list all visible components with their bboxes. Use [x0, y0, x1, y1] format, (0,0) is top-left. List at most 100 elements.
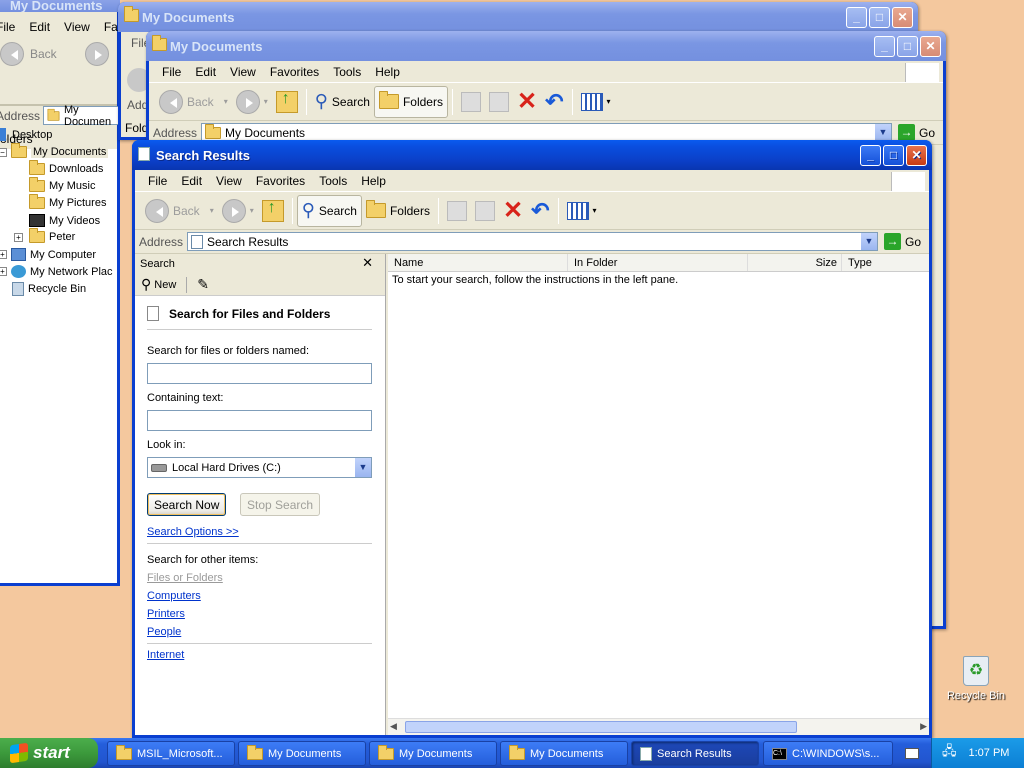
tray-keyboard[interactable] — [897, 738, 927, 768]
minimize-button[interactable]: _ — [874, 36, 895, 57]
move-to-button[interactable] — [457, 86, 485, 118]
address-field[interactable]: Search Results ▼ — [187, 232, 878, 251]
printers-link[interactable]: Printers — [147, 608, 185, 620]
minimize-button[interactable]: _ — [846, 7, 867, 28]
containing-text-input[interactable] — [147, 410, 372, 431]
back-button[interactable]: Back ▾ — [155, 86, 232, 118]
forward-button[interactable]: ▾ — [218, 195, 258, 227]
bg-window-2-titlebar[interactable]: My Documents _ □ ✕ — [118, 2, 918, 32]
maximize-button[interactable]: □ — [869, 7, 890, 28]
menu-file[interactable]: File — [141, 174, 174, 188]
close-button[interactable]: ✕ — [892, 7, 913, 28]
up-button[interactable]: ↑ — [272, 86, 302, 118]
tree-item-downloads[interactable]: Downloads — [29, 160, 103, 175]
my-documents-titlebar[interactable]: My Documents _ □ ✕ — [146, 31, 946, 61]
people-link[interactable]: People — [147, 626, 181, 638]
tree-item-recycle-bin[interactable]: Recycle Bin — [12, 282, 86, 296]
filename-input[interactable] — [147, 363, 372, 384]
search-now-button[interactable]: Search Now — [147, 493, 227, 516]
column-type[interactable]: Type — [842, 254, 929, 271]
menu-view[interactable]: View — [64, 20, 90, 34]
undo-button[interactable]: ↶ — [541, 86, 567, 118]
close-button[interactable]: ✕ — [920, 36, 941, 57]
taskbar-item-mydocs-1[interactable]: My Documents — [238, 741, 366, 766]
taskbar-item-search-results[interactable]: Search Results — [631, 741, 759, 766]
menu-file[interactable]: File — [155, 65, 188, 79]
menu-view[interactable]: View — [223, 65, 263, 79]
chevron-down-icon[interactable]: ▼ — [354, 458, 371, 477]
scroll-right-icon[interactable]: ▶ — [920, 721, 927, 732]
collapse-icon[interactable]: − — [0, 147, 7, 157]
menu-tools[interactable]: Tools — [312, 174, 354, 188]
expand-icon[interactable]: + — [14, 232, 23, 242]
copy-to-button[interactable] — [471, 195, 499, 227]
menu-tools[interactable]: Tools — [326, 65, 368, 79]
internet-link[interactable]: Internet — [147, 649, 184, 661]
chevron-down-icon[interactable]: ▼ — [859, 233, 877, 250]
column-in-folder[interactable]: In Folder — [568, 254, 748, 271]
copy-to-button[interactable] — [485, 86, 513, 118]
menu-edit[interactable]: Edit — [174, 174, 209, 188]
start-button[interactable]: start — [0, 738, 98, 768]
go-button[interactable]: → Go — [892, 124, 943, 141]
expand-icon[interactable]: + — [0, 267, 7, 276]
column-size[interactable]: Size — [748, 254, 842, 271]
menu-favorites[interactable]: Favorites — [249, 174, 312, 188]
taskbar-item-mydocs-3[interactable]: My Documents — [500, 741, 628, 766]
chevron-down-icon[interactable]: ▼ — [873, 124, 891, 141]
lookin-select[interactable]: Local Hard Drives (C:) ▼ — [147, 457, 372, 478]
delete-button[interactable]: ✕ — [513, 86, 541, 118]
column-name[interactable]: Name — [388, 254, 568, 271]
menu-favorites[interactable]: Favorites — [263, 65, 326, 79]
menu-help[interactable]: Help — [354, 174, 393, 188]
forward-arrow-icon[interactable] — [84, 42, 109, 66]
search-results-window[interactable]: Search Results _ □ ✕ File Edit View Favori… — [132, 140, 932, 738]
tree-item-my-pictures[interactable]: My Pictures — [29, 194, 106, 209]
search-button[interactable]: ⚲ Search — [296, 194, 362, 227]
menu-view[interactable]: View — [209, 174, 249, 188]
search-results-titlebar[interactable]: Search Results _ □ ✕ — [132, 140, 932, 170]
horizontal-scrollbar[interactable]: ◀ ▶ — [388, 718, 929, 735]
menu-file[interactable]: File — [0, 20, 15, 34]
tree-item-my-computer[interactable]: + My Computer — [0, 248, 96, 261]
maximize-button[interactable]: □ — [897, 36, 918, 57]
undo-button[interactable]: ↶ — [527, 195, 553, 227]
bg-window-1-title[interactable]: My Documents — [0, 0, 120, 13]
menu-edit[interactable]: Edit — [188, 65, 223, 79]
close-pane-icon[interactable]: ✕ — [362, 255, 373, 271]
clock[interactable]: 1:07 PM — [969, 747, 1010, 759]
forward-button[interactable]: ▾ — [232, 86, 272, 118]
tree-item-network[interactable]: + My Network Plac — [0, 265, 113, 278]
go-button[interactable]: → Go — [878, 233, 929, 250]
folders-button[interactable]: Folders — [362, 195, 434, 227]
move-to-button[interactable] — [443, 195, 471, 227]
delete-button[interactable]: ✕ — [499, 195, 527, 227]
tree-item-my-music[interactable]: My Music — [29, 177, 95, 192]
bg-back-button[interactable]: Back — [0, 42, 109, 66]
menu-edit[interactable]: Edit — [29, 20, 50, 34]
search-options-link[interactable]: Search Options >> — [147, 526, 239, 538]
expand-icon[interactable]: + — [0, 250, 7, 259]
search-button[interactable]: ⚲ Search — [311, 86, 374, 118]
minimize-button[interactable]: _ — [860, 145, 881, 166]
tree-item-my-documents[interactable]: − My Documents — [0, 143, 109, 158]
network-tray-icon[interactable]: 🖧 — [942, 742, 957, 764]
files-folders-link[interactable]: Files or Folders — [147, 572, 223, 584]
stop-search-button[interactable]: Stop Search — [240, 493, 321, 516]
maximize-button[interactable]: □ — [883, 145, 904, 166]
desktop-recycle-bin[interactable]: ♻ Recycle Bin — [946, 656, 1006, 702]
taskbar-item-msil[interactable]: MSIL_Microsoft... — [107, 741, 235, 766]
views-button[interactable]: ▾ — [563, 195, 601, 227]
help-book-icon[interactable]: ✎ — [197, 276, 209, 293]
taskbar-item-mydocs-2[interactable]: My Documents — [369, 741, 497, 766]
tree-item-peter[interactable]: + Peter — [14, 228, 75, 243]
menu-help[interactable]: Help — [368, 65, 407, 79]
bg-address-field[interactable]: My Documen — [43, 104, 126, 128]
views-button[interactable]: ▾ — [577, 86, 615, 118]
close-button[interactable]: ✕ — [906, 145, 927, 166]
taskbar-item-cmd[interactable]: C:\ C:\WINDOWS\s... — [763, 741, 893, 766]
up-button[interactable]: ↑ — [258, 195, 288, 227]
scroll-thumb[interactable] — [405, 721, 797, 733]
scroll-left-icon[interactable]: ◀ — [390, 721, 397, 732]
computers-link[interactable]: Computers — [147, 590, 201, 602]
